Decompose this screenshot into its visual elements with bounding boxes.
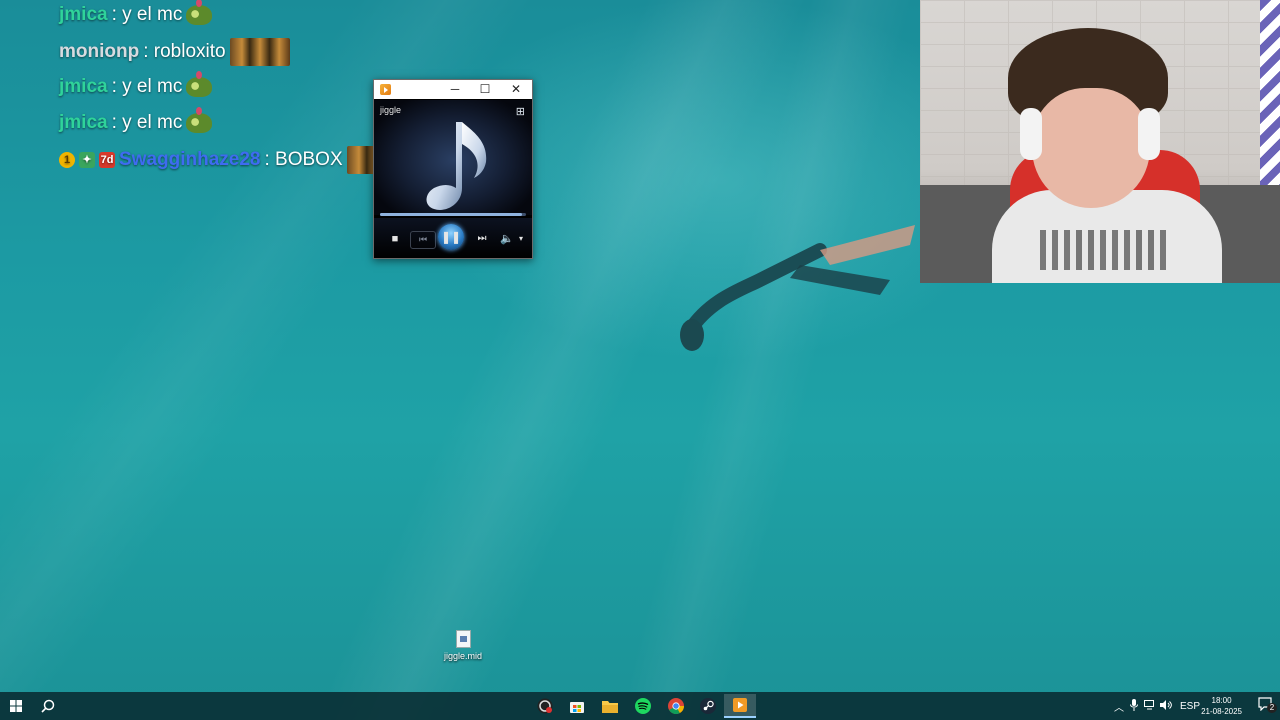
- desktop-icon-jiggle-mid[interactable]: jiggle.mid: [440, 630, 486, 661]
- now-playing-area: jiggle ⊞: [374, 100, 532, 215]
- headphones-right: [1138, 108, 1160, 160]
- track-title: jiggle: [380, 105, 402, 115]
- midi-file-icon: [455, 630, 471, 648]
- store-icon[interactable]: [561, 694, 593, 718]
- chat-message: 1 ✦ 7d Swagginhaze28 : BOBOX: [59, 146, 407, 174]
- media-player-window[interactable]: ─ ☐ ✕ jiggle ⊞ ■ ⏮ ❚❚ ⏭ 🔈 ▾: [373, 79, 533, 259]
- chrome-icon[interactable]: [660, 694, 692, 718]
- chat-message: jmica : y el mc: [59, 107, 213, 134]
- chat-message: jmica : y el mc: [59, 71, 213, 98]
- chat-text: : y el mc: [111, 112, 183, 133]
- chat-text: : y el mc: [111, 76, 183, 97]
- pepe-emote: [186, 71, 213, 97]
- previous-button[interactable]: ⏮: [410, 231, 436, 249]
- obs-icon[interactable]: [529, 694, 561, 718]
- chat-username: jmica: [59, 76, 108, 97]
- desktop-icon-label: jiggle.mid: [443, 651, 483, 661]
- stop-button[interactable]: ■: [388, 231, 402, 247]
- playback-controls: ■ ⏮ ❚❚ ⏭ 🔈 ▾: [374, 218, 532, 258]
- pepe-emote: [186, 107, 213, 133]
- system-tray: ︿ ESP: [1112, 692, 1200, 720]
- microphone-icon[interactable]: [1126, 698, 1142, 714]
- steam-icon[interactable]: [692, 694, 724, 718]
- volume-menu-button[interactable]: ▾: [516, 231, 526, 247]
- face: [1032, 88, 1150, 208]
- chat-username: jmica: [59, 112, 108, 133]
- play-pause-button[interactable]: ❚❚: [438, 224, 464, 250]
- maximize-button[interactable]: ☐: [470, 80, 500, 99]
- clock-date: 21-08-2025: [1201, 707, 1242, 716]
- taskbar: ︿ ESP 18:00 21-08-2025 2: [0, 692, 1280, 720]
- windows-start-icon[interactable]: [0, 694, 32, 718]
- music-note-icon: [426, 122, 487, 210]
- chat-username: jmica: [59, 4, 108, 25]
- next-button[interactable]: ⏭: [470, 231, 494, 247]
- chat-message: jmica : y el mc: [59, 0, 213, 26]
- switch-to-library-icon[interactable]: ⊞: [516, 105, 525, 118]
- gift-badge: ✦: [79, 152, 95, 168]
- pepe-emote: [186, 0, 213, 25]
- volume-button[interactable]: 🔈: [500, 231, 514, 247]
- clock[interactable]: 18:00 21-08-2025: [1201, 695, 1242, 717]
- search-icon[interactable]: [32, 694, 64, 718]
- chat-message: monionp : robloxito: [59, 38, 290, 66]
- media-player-titlebar[interactable]: ─ ☐ ✕: [374, 80, 532, 99]
- sub-badge: 1: [59, 152, 75, 168]
- minions-emote: [229, 38, 290, 66]
- file-explorer-icon[interactable]: [594, 694, 626, 718]
- show-hidden-icons-icon[interactable]: ︿: [1112, 699, 1126, 714]
- clock-time: 18:00: [1211, 696, 1232, 705]
- chat-text: : BOBOX: [264, 149, 343, 170]
- spotify-icon[interactable]: [627, 694, 659, 718]
- media-player-icon[interactable]: [724, 694, 756, 718]
- chat-text: : robloxito: [143, 41, 226, 62]
- volume-icon[interactable]: [1158, 699, 1174, 713]
- notification-count-badge: 2: [1267, 703, 1277, 713]
- chat-username: monionp: [59, 41, 140, 62]
- 7tv-badge: 7d: [99, 152, 115, 168]
- webcam-overlay: [920, 0, 1280, 283]
- wallpaper-swimmer: [680, 225, 915, 351]
- close-button[interactable]: ✕: [501, 80, 531, 99]
- seek-bar-fill: [380, 213, 522, 216]
- seek-bar[interactable]: [380, 213, 526, 216]
- network-icon[interactable]: [1142, 699, 1158, 713]
- chat-username: Swagginhaze28: [119, 149, 261, 170]
- minimize-button[interactable]: ─: [440, 80, 470, 99]
- language-indicator[interactable]: ESP: [1180, 701, 1200, 712]
- headphones-left: [1020, 108, 1042, 160]
- media-player-app-icon: [380, 84, 391, 95]
- chat-text: : y el mc: [111, 4, 183, 25]
- flag-stripe: [1260, 0, 1280, 190]
